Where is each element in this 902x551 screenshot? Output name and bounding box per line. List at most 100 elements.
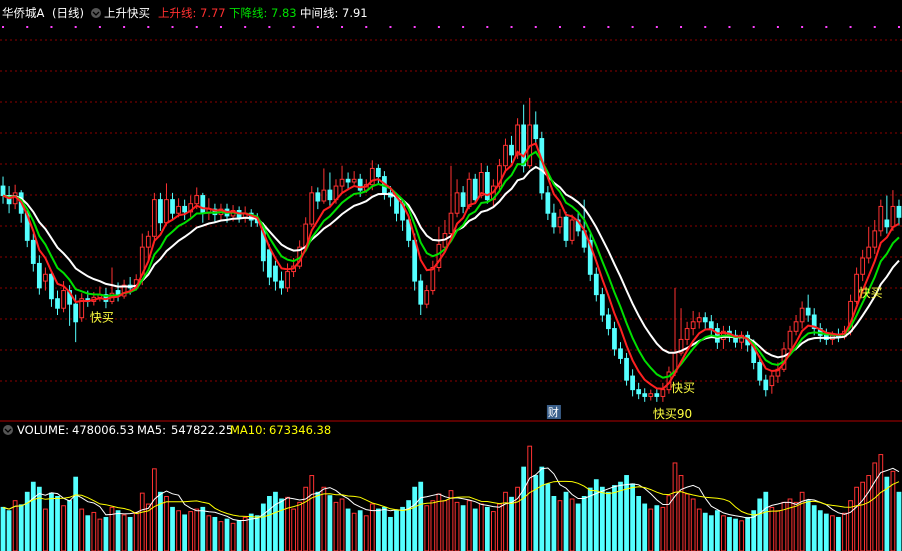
- volume-toggle-icon[interactable]: [3, 425, 13, 435]
- volume-bar: [279, 498, 284, 551]
- volume-bar: [654, 505, 660, 551]
- stock-name: 华侨城A: [2, 6, 44, 20]
- volume-bar: [327, 495, 333, 551]
- candle-body: [708, 321, 714, 330]
- volume-bar: [648, 508, 654, 551]
- buy-signal-label: 快买: [859, 286, 883, 300]
- candle-body: [593, 273, 599, 296]
- stock-chart[interactable]: 快买快买快买90快买 财减 华侨城A (日线) 上升快买 上升线: 7.77 下…: [0, 0, 902, 551]
- candle-body: [509, 144, 514, 156]
- marker-dot: [341, 26, 344, 28]
- candle-body: [660, 389, 666, 397]
- volume-bar: [18, 504, 24, 551]
- candle-body: [563, 216, 569, 241]
- volume-bar: [321, 486, 327, 551]
- candle-body: [200, 195, 206, 214]
- candle-body: [612, 328, 617, 350]
- marker-dot: [704, 26, 707, 28]
- volume-bar: [236, 520, 242, 551]
- volume-bar: [212, 516, 218, 551]
- up-line-value: 7.77: [200, 6, 226, 20]
- candle-body: [545, 192, 551, 214]
- marker-dot: [147, 26, 150, 28]
- candle-body: [279, 280, 284, 289]
- marker-dot: [680, 26, 683, 28]
- volume-bar: [400, 506, 405, 551]
- volume-bar: [672, 462, 678, 551]
- volume-bar: [708, 515, 714, 551]
- volume-bar: [478, 503, 484, 551]
- candle-body: [702, 317, 708, 323]
- candle-body: [642, 393, 648, 397]
- volume-bar: [842, 512, 847, 551]
- volume-bar: [133, 511, 139, 551]
- down-line-label: 下降线:: [229, 6, 267, 20]
- candle-body: [521, 124, 527, 167]
- marker-dot: [50, 26, 53, 28]
- candle-body: [805, 307, 811, 316]
- candle-body: [866, 246, 872, 259]
- event-marker-label: 财: [548, 405, 559, 419]
- candle-body: [61, 290, 66, 309]
- volume-bar: [509, 496, 514, 551]
- volume-bar: [139, 492, 145, 551]
- volume-bar: [309, 475, 315, 551]
- volume-bar: [660, 506, 666, 551]
- candle-body: [696, 317, 702, 323]
- marker-dot: [486, 26, 489, 28]
- candle-body: [182, 205, 188, 213]
- volume-bar: [727, 516, 732, 551]
- candle-body: [321, 189, 327, 202]
- candle-body: [170, 199, 175, 214]
- marker-dot: [801, 26, 804, 28]
- marker-dot: [74, 26, 77, 28]
- marker-dot: [897, 26, 900, 28]
- marker-dot: [244, 26, 247, 28]
- volume-bar: [49, 492, 54, 551]
- volume-bar: [696, 508, 702, 551]
- volume-bar: [714, 510, 720, 551]
- volume-bar: [103, 516, 109, 551]
- volume-bar: [805, 500, 811, 551]
- volume-bar: [430, 500, 436, 551]
- candle-body: [793, 321, 799, 332]
- volume-bar: [878, 454, 884, 551]
- volume-bar: [836, 516, 841, 551]
- volume-label: VOLUME:: [17, 423, 69, 437]
- volume-bar: [630, 483, 635, 551]
- volume-bar: [872, 462, 878, 551]
- indicator-toggle-icon[interactable]: [91, 8, 101, 18]
- volume-bar: [333, 501, 339, 551]
- volume-bar: [757, 498, 763, 551]
- volume-bar: [690, 498, 696, 551]
- volume-bar: [460, 505, 466, 551]
- volume-bar: [97, 518, 103, 551]
- volume-bar: [569, 498, 575, 551]
- volume-bar: [242, 516, 248, 551]
- volume-bar: [230, 522, 236, 551]
- volume-bar: [830, 515, 835, 551]
- volume-bar: [303, 486, 309, 551]
- volume-bar: [297, 501, 303, 551]
- candle-body: [430, 267, 436, 292]
- volume-bar: [587, 487, 593, 551]
- candle-body: [466, 178, 472, 207]
- candle-body: [375, 167, 381, 178]
- candle-body: [503, 144, 508, 167]
- volume-bar: [36, 486, 42, 551]
- volume-bar: [170, 506, 175, 551]
- marker-dot: [268, 26, 271, 28]
- candle-body: [630, 375, 635, 391]
- volume-bar: [721, 515, 726, 551]
- volume-bar: [545, 483, 551, 551]
- mid-line-label: 中间线:: [300, 6, 338, 20]
- volume-bar: [30, 481, 36, 551]
- ma5-value: 547822.25: [171, 423, 233, 437]
- candle-body: [896, 205, 902, 218]
- candle-body: [684, 328, 690, 340]
- marker-dot: [195, 26, 198, 28]
- volume-bar: [823, 513, 829, 551]
- candle-body: [878, 205, 884, 232]
- volume-bar: [182, 514, 188, 551]
- marker-dot: [365, 26, 368, 28]
